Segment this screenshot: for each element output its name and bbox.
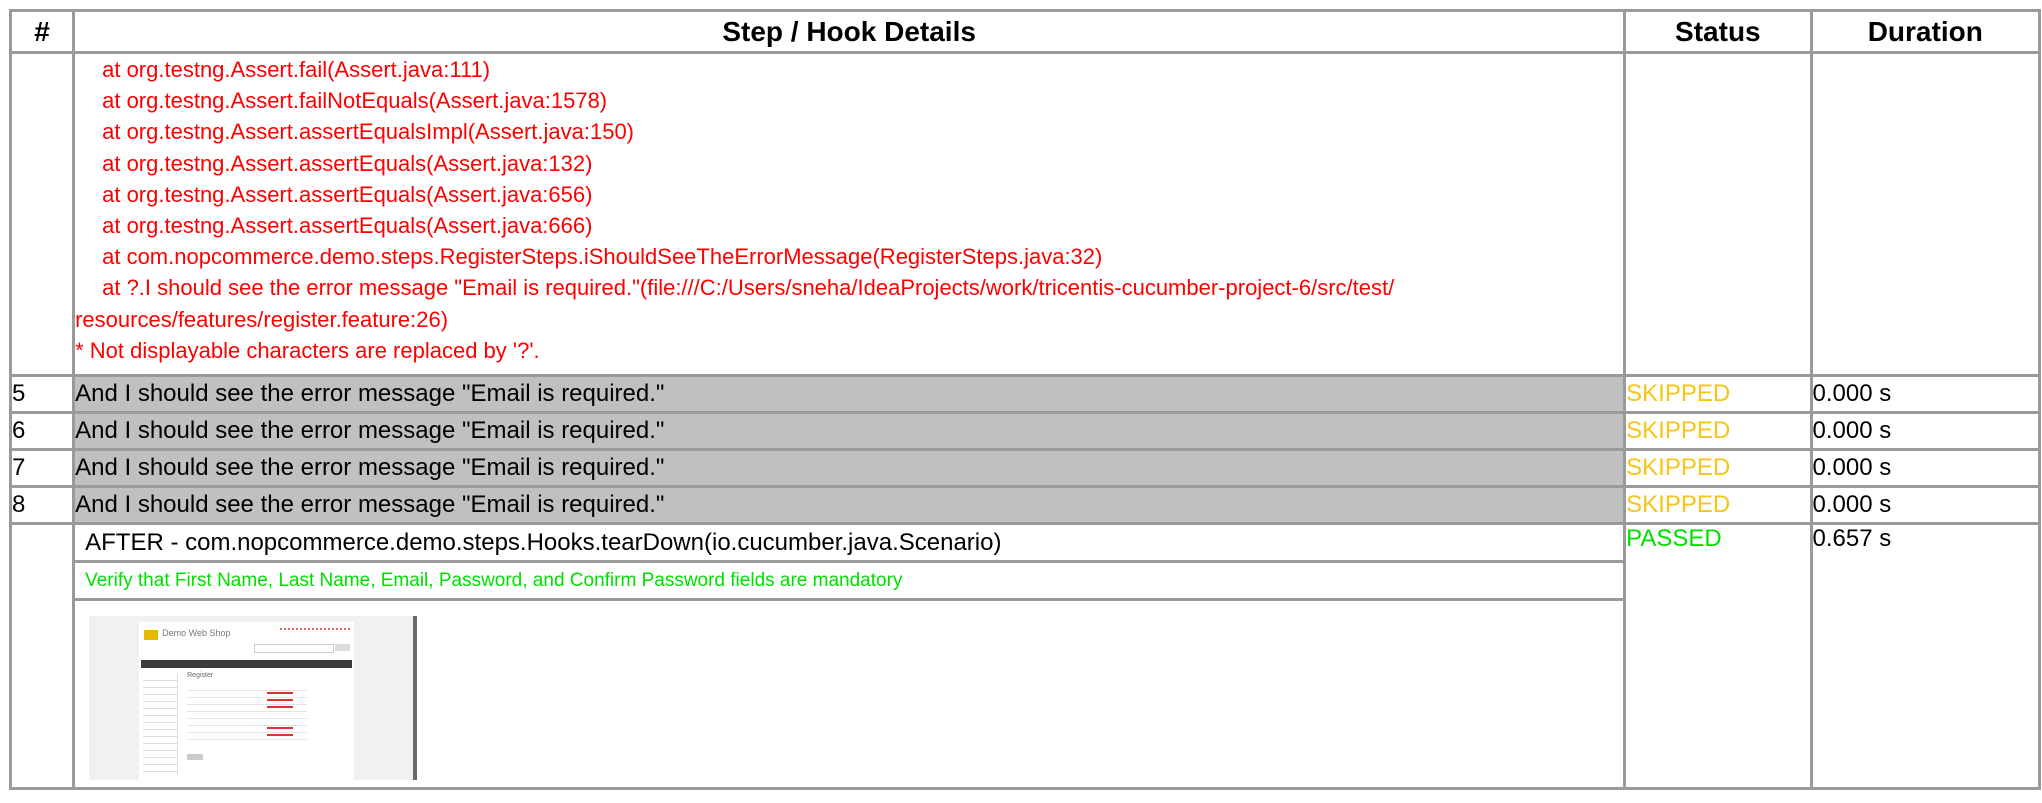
after-hook-details: AFTER - com.nopcommerce.demo.steps.Hooks… [72,522,1627,790]
error-trace-row: at org.testng.Assert.fail(Assert.java:11… [8,51,2042,377]
status-badge: SKIPPED [1623,448,1813,488]
screenshot-search [254,644,335,653]
screenshot-page: Demo Web Shop Register [139,622,355,780]
stack-trace-line: at org.testng.Assert.fail(Assert.java:11… [102,57,491,82]
step-num: 5 [8,374,76,414]
stack-trace-line: at org.testng.Assert.assertEqualsImpl(As… [102,119,635,145]
screenshot-page-title: Register [187,672,214,679]
status-badge: SKIPPED [1623,485,1813,525]
screenshot-error-line [267,706,294,708]
step-text: And I should see the error message "Emai… [72,448,1627,488]
screenshot-container: Demo Web Shop Register [75,601,1623,780]
step-duration: 0.000 s [1809,374,2042,414]
results-table: # Step / Hook Details Status Duration at… [8,9,2042,790]
stack-trace-line: at com.nopcommerce.demo.steps.RegisterSt… [102,244,1103,270]
screenshot-brand: Demo Web Shop [162,628,231,638]
stack-trace-line: at org.testng.Assert.assertEquals(Assert… [102,181,593,207]
header-status[interactable]: Status [1623,9,1813,54]
stack-trace-line: at org.testng.Assert.failNotEquals(Asser… [102,88,608,114]
table-row: 8 And I should see the error message "Em… [8,485,2042,525]
stack-trace: at org.testng.Assert.fail(Assert.java:11… [72,51,1627,377]
stack-trace-line: resources/features/register.feature:26) [75,306,449,332]
error-num-cell [8,51,76,377]
step-duration: 0.000 s [1809,411,2042,451]
after-hook-row: AFTER - com.nopcommerce.demo.steps.Hooks… [8,522,2042,790]
screenshot-error-line [267,692,294,694]
stack-trace-line: at org.testng.Assert.assertEquals(Assert… [102,213,593,239]
screenshot-sidebar [143,674,179,774]
step-duration: 0.000 s [1809,485,2042,525]
step-duration: 0.000 s [1809,448,2042,488]
step-text: And I should see the error message "Emai… [72,374,1627,414]
screenshot-register-button [187,754,204,760]
screenshot-error-line [267,734,294,736]
after-num-cell [8,522,76,790]
screenshot-error-line [267,699,294,701]
scenario-note: Verify that First Name, Last Name, Email… [75,563,1624,601]
table-row: 7 And I should see the error message "Em… [8,448,2042,488]
header-step-details[interactable]: Step / Hook Details [72,9,1627,54]
cart-logo-icon [144,630,159,640]
stack-trace-note: * Not displayable characters are replace… [75,337,540,363]
status-badge: SKIPPED [1623,411,1813,451]
status-badge: SKIPPED [1623,374,1813,414]
error-status-cell [1623,51,1813,377]
step-text: And I should see the error message "Emai… [72,411,1627,451]
step-num: 8 [8,485,76,525]
table-row: 5 And I should see the error message "Em… [8,374,2042,414]
after-hook-title: AFTER - com.nopcommerce.demo.steps.Hooks… [75,525,1624,563]
step-num: 6 [8,411,76,451]
screenshot-error-line [267,727,294,729]
step-num: 7 [8,448,76,488]
error-duration-cell [1809,51,2042,377]
screenshot-nav-bar [141,660,353,668]
stack-trace-line: at ?.I should see the error message "Ema… [102,275,1395,301]
status-badge: PASSED [1623,522,1813,790]
stack-trace-line: at org.testng.Assert.assertEquals(Assert… [102,150,593,176]
after-duration: 0.657 s [1809,522,2042,790]
header-row: # Step / Hook Details Status Duration [8,9,2042,54]
header-num[interactable]: # [8,9,76,54]
header-duration[interactable]: Duration [1809,9,2042,54]
screenshot-thumbnail[interactable]: Demo Web Shop Register [89,616,418,780]
table-row: 6 And I should see the error message "Em… [8,411,2042,451]
screenshot-search-button [335,644,351,651]
screenshot-header-links [280,628,351,633]
step-text: And I should see the error message "Emai… [72,485,1627,525]
